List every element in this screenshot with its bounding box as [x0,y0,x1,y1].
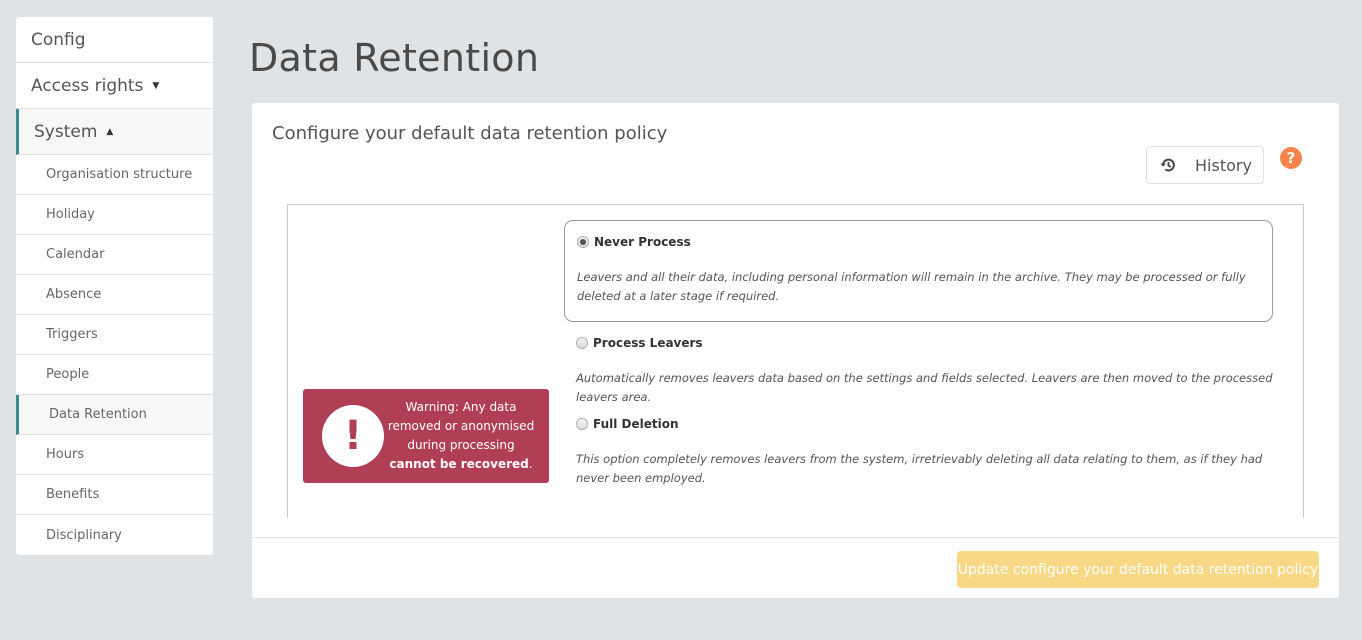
sidebar-item-label: Organisation structure [46,167,193,182]
page-title: Data Retention [249,36,540,80]
option-description: Automatically removes leavers data based… [576,371,1273,404]
sidebar-item-label: System [34,121,98,142]
full-deletion-radio-label[interactable]: Full Deletion [576,417,1273,431]
option-description: Leavers and all their data, including pe… [577,270,1246,303]
sidebar-item-access-rights[interactable]: Access rights ▼ [16,63,213,109]
sidebar-item-label: Hours [46,447,85,462]
process-leavers-radio-label[interactable]: Process Leavers [576,336,1273,350]
caret-down-icon: ▼ [152,80,160,91]
option-full-deletion[interactable]: Full Deletion This option completely rem… [564,417,1273,488]
policy-options-panel: ! Warning: Any data removed or anonymise… [287,204,1304,518]
sidebar-item-holiday[interactable]: Holiday [16,195,213,235]
sidebar-item-people[interactable]: People [16,355,213,395]
sidebar-item-organisation-structure[interactable]: Organisation structure [16,155,213,195]
option-process-leavers[interactable]: Process Leavers Automatically removes le… [564,336,1273,407]
sidebar-item-calendar[interactable]: Calendar [16,235,213,275]
sidebar-item-label: Config [31,29,86,50]
history-button[interactable]: History [1146,146,1264,184]
update-policy-button[interactable]: Update configure your default data reten… [957,551,1319,588]
sidebar-item-hours[interactable]: Hours [16,435,213,475]
sidebar-item-label: Absence [46,287,102,302]
sidebar-item-label: Data Retention [49,407,147,422]
sidebar-item-data-retention[interactable]: Data Retention [16,395,213,435]
footer-divider [252,537,1339,538]
sidebar-item-label: Disciplinary [46,527,122,543]
process-leavers-radio[interactable] [576,337,588,349]
help-icon[interactable]: ? [1280,147,1302,169]
sidebar-item-label: Triggers [46,327,98,342]
sidebar-item-label: Benefits [46,487,100,502]
full-deletion-radio[interactable] [576,418,588,430]
option-description: This option completely removes leavers f… [576,452,1263,485]
history-icon [1160,158,1175,172]
sidebar-nav: Config Access rights ▼ System ▲ Organisa… [16,17,213,555]
sidebar-item-triggers[interactable]: Triggers [16,315,213,355]
sidebar-item-system[interactable]: System ▲ [16,109,213,155]
never-process-radio-label[interactable]: Never Process [577,235,1260,249]
sidebar-item-label: People [46,367,90,382]
warning-text: Warning: Any data removed or anonymised … [387,400,535,471]
sidebar-item-disciplinary[interactable]: Disciplinary [16,515,213,555]
sidebar-item-config[interactable]: Config [16,17,213,63]
warning-icon: ! [322,405,384,467]
sidebar-item-label: Calendar [46,247,105,262]
option-never-process[interactable]: Never Process Leavers and all their data… [564,220,1273,322]
retention-policy-card: Configure your default data retention po… [252,103,1339,598]
caret-up-icon: ▲ [106,126,114,137]
history-label: History [1195,155,1252,175]
card-title: Configure your default data retention po… [272,123,668,144]
sidebar-item-label: Holiday [46,207,95,222]
warning-box: ! Warning: Any data removed or anonymise… [303,389,549,483]
sidebar-item-label: Access rights [31,75,144,96]
sidebar-item-benefits[interactable]: Benefits [16,475,213,515]
sidebar-item-absence[interactable]: Absence [16,275,213,315]
never-process-radio[interactable] [577,236,589,248]
